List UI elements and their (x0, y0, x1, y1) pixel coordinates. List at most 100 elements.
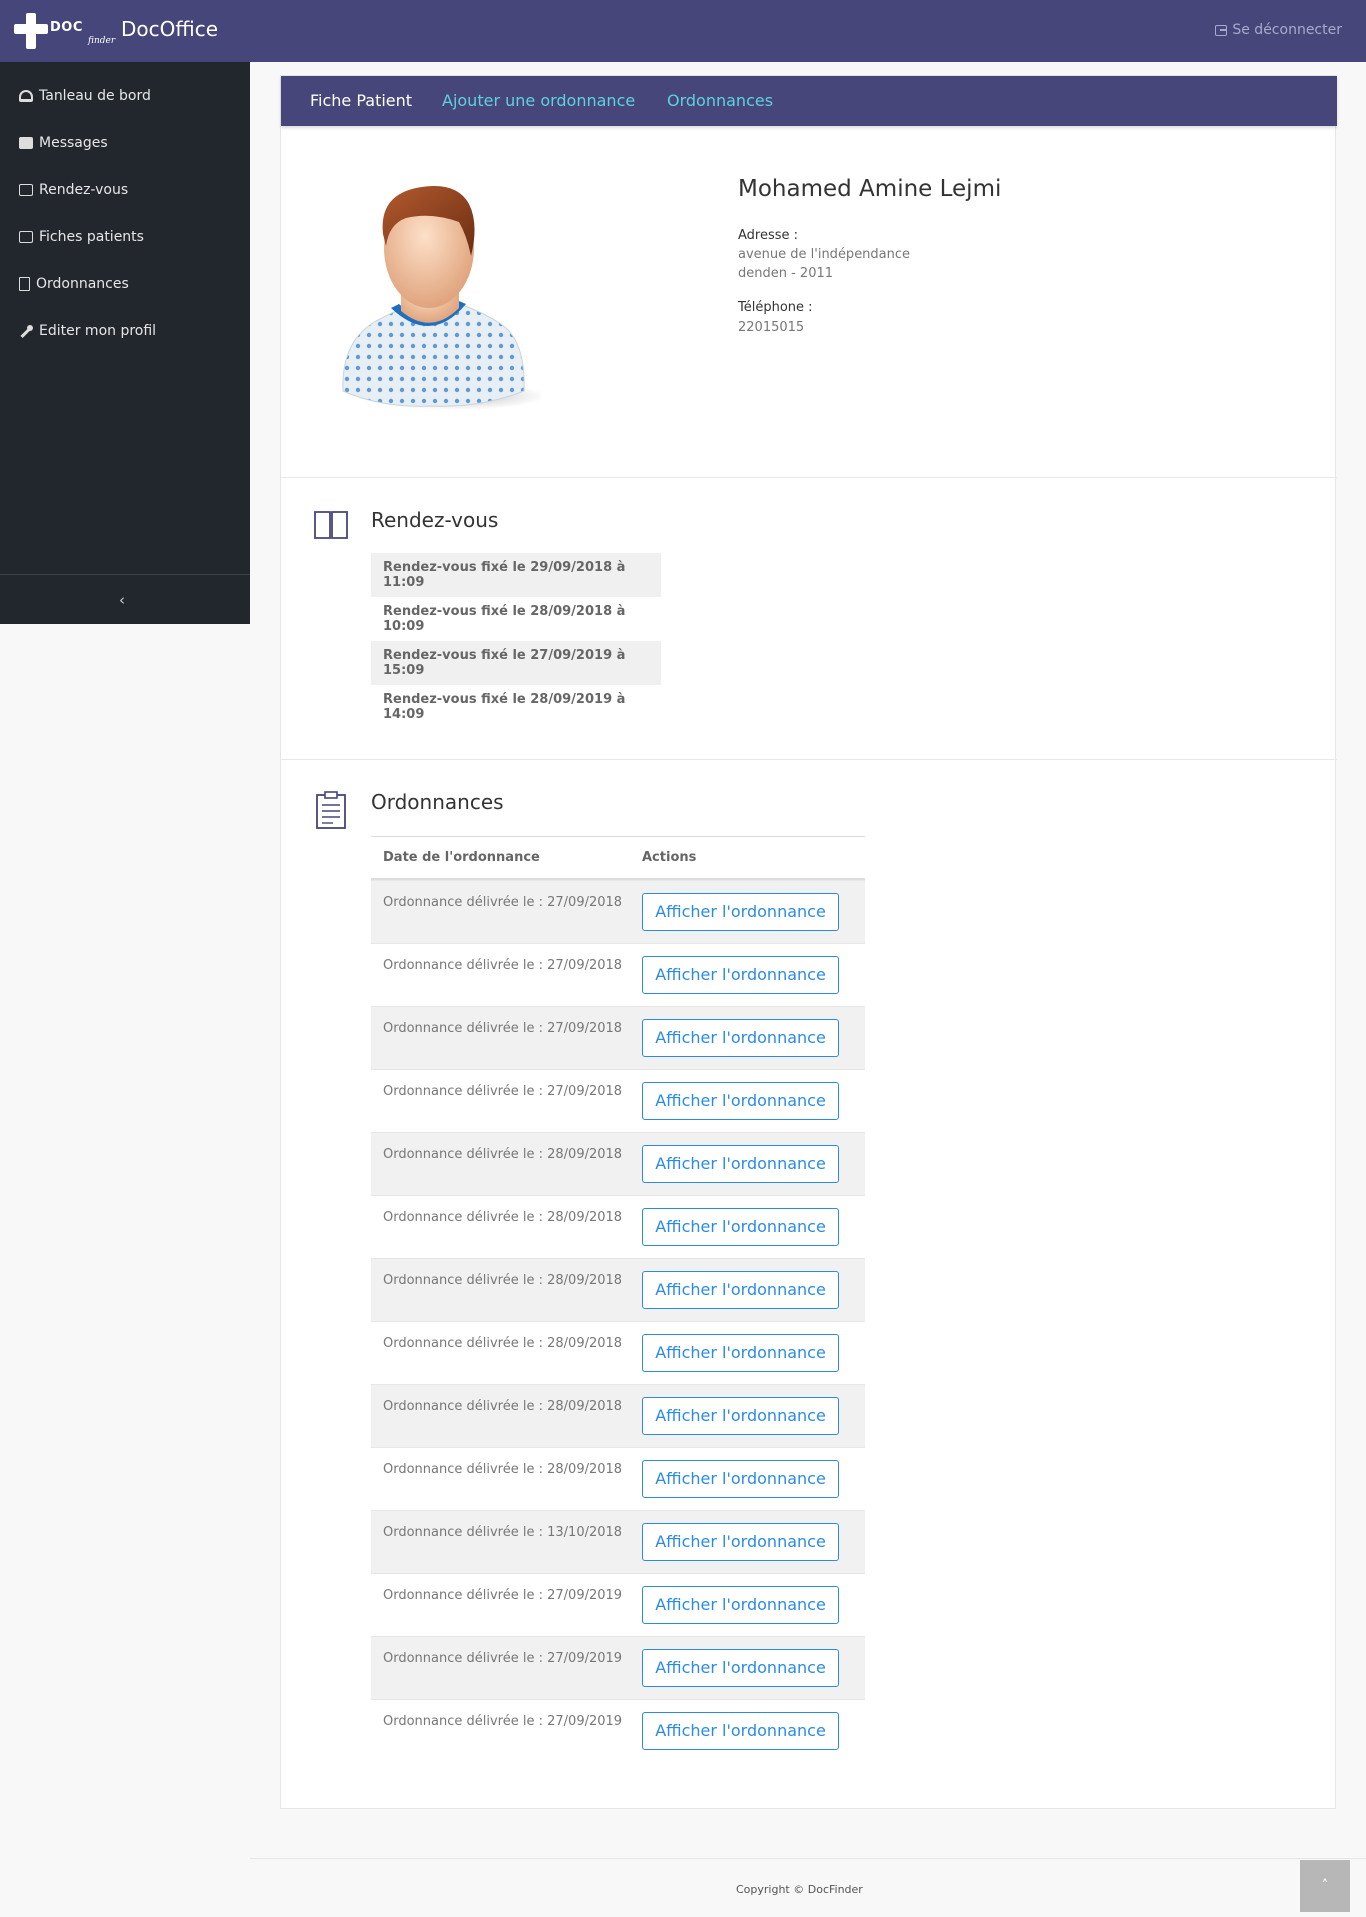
scroll-to-top-button[interactable]: ˄ (1300, 1860, 1350, 1912)
table-row: Ordonnance délivrée le : 28/09/2018 Affic… (371, 1447, 865, 1510)
sign-out-icon (1215, 24, 1228, 36)
table-row: Ordonnance délivrée le : 27/09/2019 Affic… (371, 1573, 865, 1636)
sidebar-item-patient-files[interactable]: Fiches patients (19, 227, 144, 247)
actions-cell: Afficher l'ordonnance (642, 1322, 839, 1384)
actions-cell: Afficher l'ordonnance (642, 1574, 839, 1636)
sidebar-item-label: Rendez-vous (39, 182, 129, 198)
actions-cell: Afficher l'ordonnance (642, 1448, 839, 1510)
prescriptions-title: Ordonnances (371, 790, 504, 814)
actions-cell: Afficher l'ordonnance (642, 1196, 839, 1258)
column-header-date: Date de l'ordonnance (383, 850, 540, 865)
sidebar-item-label: Messages (39, 135, 108, 151)
appointment-item: Rendez-vous fixé le 29/09/2018 à 11:09 (371, 553, 661, 597)
calendar-icon (19, 184, 33, 196)
show-prescription-button[interactable]: Afficher l'ordonnance (642, 1712, 839, 1750)
prescription-date: Ordonnance délivrée le : 13/10/2018 (383, 1525, 623, 1540)
sidebar-item-prescriptions[interactable]: Ordonnances (19, 274, 129, 294)
prescription-date: Ordonnance délivrée le : 28/09/2018 (383, 1210, 623, 1225)
patient-card: Fiche Patient Ajouter une ordonnance Ord… (280, 75, 1337, 1809)
sidebar-item-label: Ordonnances (36, 276, 129, 292)
show-prescription-button[interactable]: Afficher l'ordonnance (642, 1019, 839, 1057)
table-row: Ordonnance délivrée le : 28/09/2018 Affic… (371, 1384, 865, 1447)
address-label: Adresse : (738, 228, 799, 243)
show-prescription-button[interactable]: Afficher l'ordonnance (642, 893, 839, 931)
prescription-date: Ordonnance délivrée le : 27/09/2019 (383, 1714, 623, 1729)
show-prescription-button[interactable]: Afficher l'ordonnance (642, 1397, 839, 1435)
sidebar-divider (0, 574, 250, 575)
file-icon (19, 277, 30, 291)
show-prescription-button[interactable]: Afficher l'ordonnance (642, 1334, 839, 1372)
phone-value: 22015015 (738, 320, 805, 335)
appointment-item: Rendez-vous fixé le 27/09/2019 à 15:09 (371, 641, 661, 685)
tab-prescriptions[interactable]: Ordonnances (667, 91, 773, 110)
actions-cell: Afficher l'ordonnance (642, 1700, 839, 1762)
table-body: Ordonnance délivrée le : 27/09/2018 Affic… (371, 880, 865, 1762)
address-line-1: avenue de l'indépendance (738, 247, 911, 262)
appointments-title: Rendez-vous (371, 508, 499, 532)
id-card-icon (19, 231, 33, 243)
prescription-date: Ordonnance délivrée le : 28/09/2018 (383, 1399, 623, 1414)
appointment-item: Rendez-vous fixé le 28/09/2019 à 14:09 (383, 692, 626, 722)
table-header: Date de l'ordonnance Actions (371, 836, 865, 880)
appointment-item: Rendez-vous fixé le 28/09/2018 à 10:09 (383, 604, 626, 634)
actions-cell: Afficher l'ordonnance (642, 1511, 839, 1573)
table-row: Ordonnance délivrée le : 13/10/2018 Affic… (371, 1510, 865, 1573)
prescription-date: Ordonnance délivrée le : 28/09/2018 (383, 1462, 623, 1477)
dashboard-icon (19, 90, 33, 102)
tab-add-prescription[interactable]: Ajouter une ordonnance (442, 91, 635, 110)
show-prescription-button[interactable]: Afficher l'ordonnance (642, 1208, 839, 1246)
patient-name: Mohamed Amine Lejmi (738, 176, 1002, 202)
docfinder-logo[interactable]: DOC finder (14, 10, 115, 52)
prescription-date: Ordonnance délivrée le : 27/09/2019 (383, 1588, 623, 1603)
table-row: Ordonnance délivrée le : 27/09/2018 Affic… (371, 1006, 865, 1069)
actions-cell: Afficher l'ordonnance (642, 1007, 839, 1069)
sidebar-item-appointments[interactable]: Rendez-vous (19, 180, 128, 200)
logout-link[interactable]: Se déconnecter (1215, 22, 1342, 38)
actions-cell: Afficher l'ordonnance (642, 1133, 839, 1195)
prescription-date: Ordonnance délivrée le : 28/09/2018 (383, 1273, 623, 1288)
envelope-icon (19, 137, 33, 149)
section-divider (281, 759, 1337, 760)
show-prescription-button[interactable]: Afficher l'ordonnance (642, 956, 839, 994)
logout-label: Se déconnecter (1232, 22, 1342, 38)
sidebar-collapse-button[interactable]: ‹ (119, 591, 125, 609)
actions-cell: Afficher l'ordonnance (642, 881, 839, 943)
show-prescription-button[interactable]: Afficher l'ordonnance (642, 1586, 839, 1624)
phone-label: Téléphone : (738, 300, 813, 315)
show-prescription-button[interactable]: Afficher l'ordonnance (642, 1271, 839, 1309)
show-prescription-button[interactable]: Afficher l'ordonnance (642, 1649, 839, 1687)
show-prescription-button[interactable]: Afficher l'ordonnance (642, 1523, 839, 1561)
wrench-icon (19, 325, 33, 337)
show-prescription-button[interactable]: Afficher l'ordonnance (642, 1082, 839, 1120)
column-header-actions: Actions (642, 850, 697, 865)
table-row: Ordonnance délivrée le : 28/09/2018 Affic… (371, 1321, 865, 1384)
show-prescription-button[interactable]: Afficher l'ordonnance (642, 1145, 839, 1183)
app-title[interactable]: DocOffice (121, 17, 218, 41)
sidebar-item-messages[interactable]: Messages (19, 133, 108, 153)
show-prescription-button[interactable]: Afficher l'ordonnance (642, 1460, 839, 1498)
sidebar-item-label: Editer mon profil (39, 323, 157, 339)
table-row: Ordonnance délivrée le : 27/09/2019 Affic… (371, 1699, 865, 1762)
sidebar-item-label: Tanleau de bord (39, 88, 151, 104)
table-row: Ordonnance délivrée le : 27/09/2018 Affic… (371, 1069, 865, 1132)
logo-doc-text: DOC (50, 19, 83, 35)
prescription-date: Ordonnance délivrée le : 27/09/2018 (383, 895, 623, 910)
patient-avatar (342, 186, 541, 410)
table-row: Ordonnance délivrée le : 28/09/2018 Affic… (371, 1132, 865, 1195)
actions-cell: Afficher l'ordonnance (642, 1259, 839, 1321)
tab-patient-file[interactable]: Fiche Patient (310, 91, 412, 110)
prescription-date: Ordonnance délivrée le : 27/09/2018 (383, 1084, 623, 1099)
card-tabs: Fiche Patient Ajouter une ordonnance Ord… (281, 76, 1337, 126)
sidebar-item-label: Fiches patients (39, 229, 144, 245)
top-navbar: DOC finder DocOffice Se déconnecter (0, 0, 1366, 62)
actions-cell: Afficher l'ordonnance (642, 1637, 839, 1699)
section-divider (281, 477, 1337, 478)
actions-cell: Afficher l'ordonnance (642, 1070, 839, 1132)
prescriptions-table: Date de l'ordonnance Actions Ordonnance … (371, 836, 865, 1762)
medical-cross-icon (14, 13, 48, 49)
actions-cell: Afficher l'ordonnance (642, 1385, 839, 1447)
clipboard-icon (316, 791, 346, 829)
sidebar-item-edit-profile[interactable]: Editer mon profil (19, 321, 156, 341)
sidebar-item-dashboard[interactable]: Tanleau de bord (19, 86, 151, 106)
address-line-2: denden - 2011 (738, 266, 834, 281)
